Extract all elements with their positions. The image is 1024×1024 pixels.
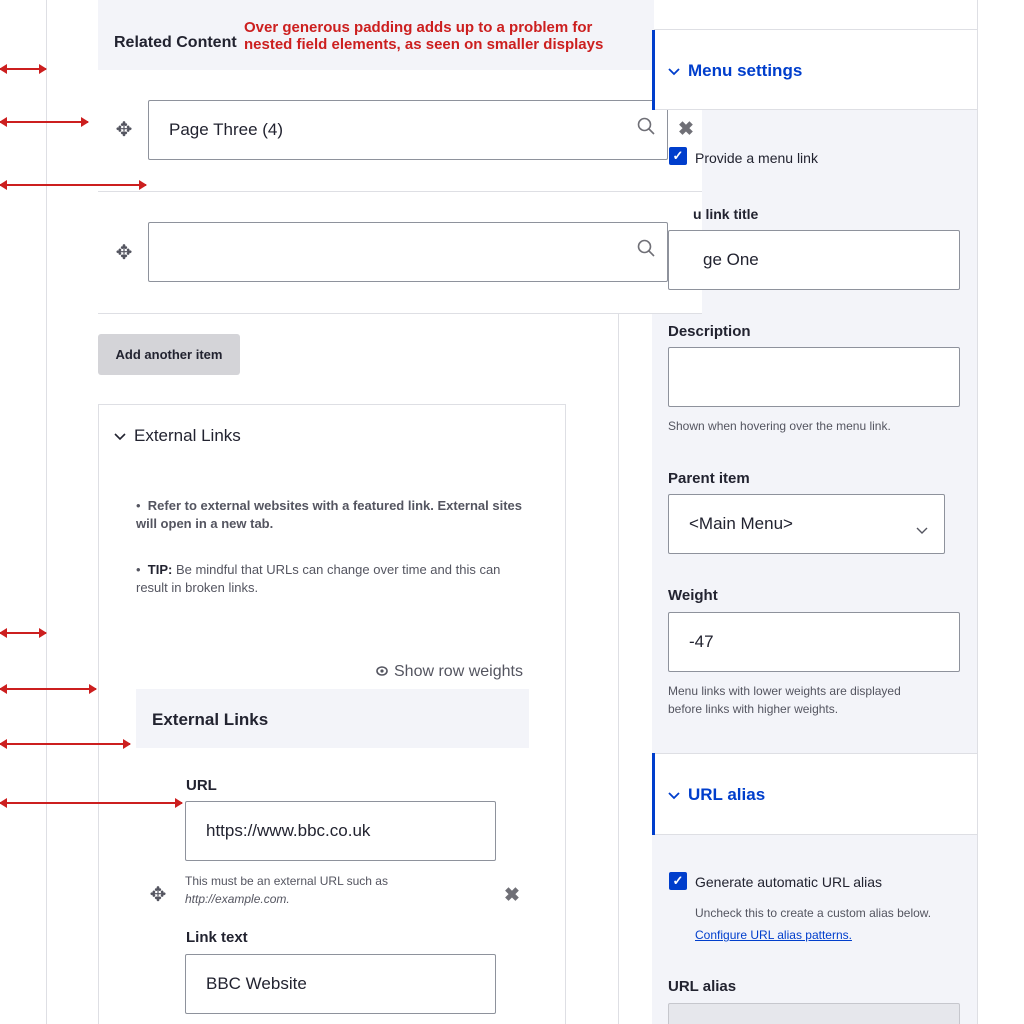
remove-icon[interactable]: ✖ (678, 118, 694, 141)
parent-item-value: <Main Menu> (689, 514, 793, 533)
link-text-value: BBC Website (206, 974, 307, 993)
annotation-note: Over generous padding adds up to a probl… (244, 19, 603, 53)
configure-alias-patterns-link[interactable]: Configure URL alias patterns. (695, 928, 852, 942)
related-item-1-value: Page Three (4) (169, 120, 284, 139)
external-table-header-label: External Links (152, 710, 269, 729)
description-input[interactable] (668, 347, 960, 407)
page-left-border (46, 0, 47, 1024)
remove-icon[interactable]: ✖ (504, 884, 520, 907)
menu-settings-accent-bar (652, 30, 655, 110)
link-text-label: Link text (186, 929, 248, 946)
annotation-arrow (0, 117, 89, 127)
external-note-1: • Refer to external websites with a feat… (136, 498, 523, 531)
weight-help: Menu links with lower weights are displa… (668, 682, 901, 718)
external-note-2-label: TIP: (147, 562, 173, 577)
url-label: URL (186, 777, 217, 794)
chevron-down-icon (114, 426, 126, 446)
menu-settings-summary[interactable]: Menu settings (668, 61, 802, 81)
generate-alias-label: Generate automatic URL alias (695, 874, 883, 890)
sidebar-right-border (977, 0, 978, 1024)
annotation-line-1: Over generous padding adds up to a probl… (244, 19, 593, 36)
external-links-summary[interactable]: External Links (114, 426, 241, 446)
search-icon (637, 117, 655, 141)
weight-help-line-1: Menu links with lower weights are displa… (668, 684, 901, 698)
provide-menu-link-checkbox[interactable]: ✓ (669, 147, 687, 165)
url-input[interactable]: https://www.bbc.co.uk (185, 801, 496, 861)
show-row-weights-label: Show row weights (394, 663, 523, 680)
annotation-arrow (0, 64, 47, 74)
related-item-1-input[interactable]: Page Three (4) (148, 100, 668, 160)
generate-alias-checkbox[interactable]: ✓ (669, 872, 687, 890)
url-alias-label: URL alias (668, 978, 737, 995)
menu-link-title-input[interactable]: ge One (668, 230, 960, 290)
link-text-input[interactable]: BBC Website (185, 954, 496, 1014)
menu-link-title-value: ge One (703, 250, 759, 269)
url-alias-accent-bar (652, 753, 655, 835)
annotation-arrow (0, 180, 147, 190)
url-help: This must be an external URL such as htt… (185, 872, 388, 908)
parent-item-label: Parent item (668, 470, 750, 487)
parent-item-select[interactable]: <Main Menu> (668, 494, 945, 554)
add-another-item-button[interactable]: Add another item (98, 334, 240, 375)
external-links-title: External Links (134, 426, 241, 445)
annotation-arrow (0, 628, 47, 638)
generate-alias-help: Uncheck this to create a custom alias be… (695, 906, 932, 920)
drag-handle-icon[interactable]: ✥ (112, 117, 136, 142)
url-alias-title: URL alias (688, 785, 766, 804)
weight-input[interactable]: -47 (668, 612, 960, 672)
sidebar-top-block (652, 0, 977, 30)
url-help-line-2: http://example.com. (185, 892, 290, 906)
related-content-heading: Related Content (114, 34, 237, 51)
weight-label: Weight (668, 587, 718, 604)
external-note-2-text: Be mindful that URLs can change over tim… (136, 562, 501, 595)
chevron-down-icon (668, 61, 680, 81)
weight-help-line-2: before links with higher weights. (668, 702, 839, 716)
chevron-down-icon (916, 520, 928, 540)
external-note-1-text: Refer to external websites with a featur… (136, 498, 523, 531)
weight-value: -47 (689, 632, 714, 651)
menu-link-title-label: u link title (693, 206, 759, 222)
url-help-line-1: This must be an external URL such as (185, 874, 388, 888)
description-label: Description (668, 323, 751, 340)
url-alias-input[interactable] (668, 1003, 960, 1024)
url-value: https://www.bbc.co.uk (206, 821, 371, 840)
url-alias-summary[interactable]: URL alias (668, 785, 765, 805)
eye-icon (376, 663, 388, 681)
chevron-down-icon (668, 785, 680, 805)
search-icon (637, 239, 655, 262)
show-row-weights-link[interactable]: Show row weights (376, 663, 523, 681)
description-help: Shown when hovering over the menu link. (668, 419, 891, 433)
annotation-arrow (0, 798, 183, 808)
annotation-line-2: nested field elements, as seen on smalle… (244, 36, 604, 53)
annotation-arrow (0, 684, 97, 694)
annotation-arrow (0, 739, 131, 749)
external-note-2: • TIP: Be mindful that URLs can change o… (136, 562, 501, 595)
drag-handle-icon[interactable]: ✥ (146, 882, 170, 907)
drag-handle-icon[interactable]: ✥ (112, 240, 136, 265)
menu-settings-title: Menu settings (688, 61, 803, 80)
related-item-2-input[interactable] (148, 222, 668, 282)
provide-menu-link-label: Provide a menu link (695, 150, 818, 166)
